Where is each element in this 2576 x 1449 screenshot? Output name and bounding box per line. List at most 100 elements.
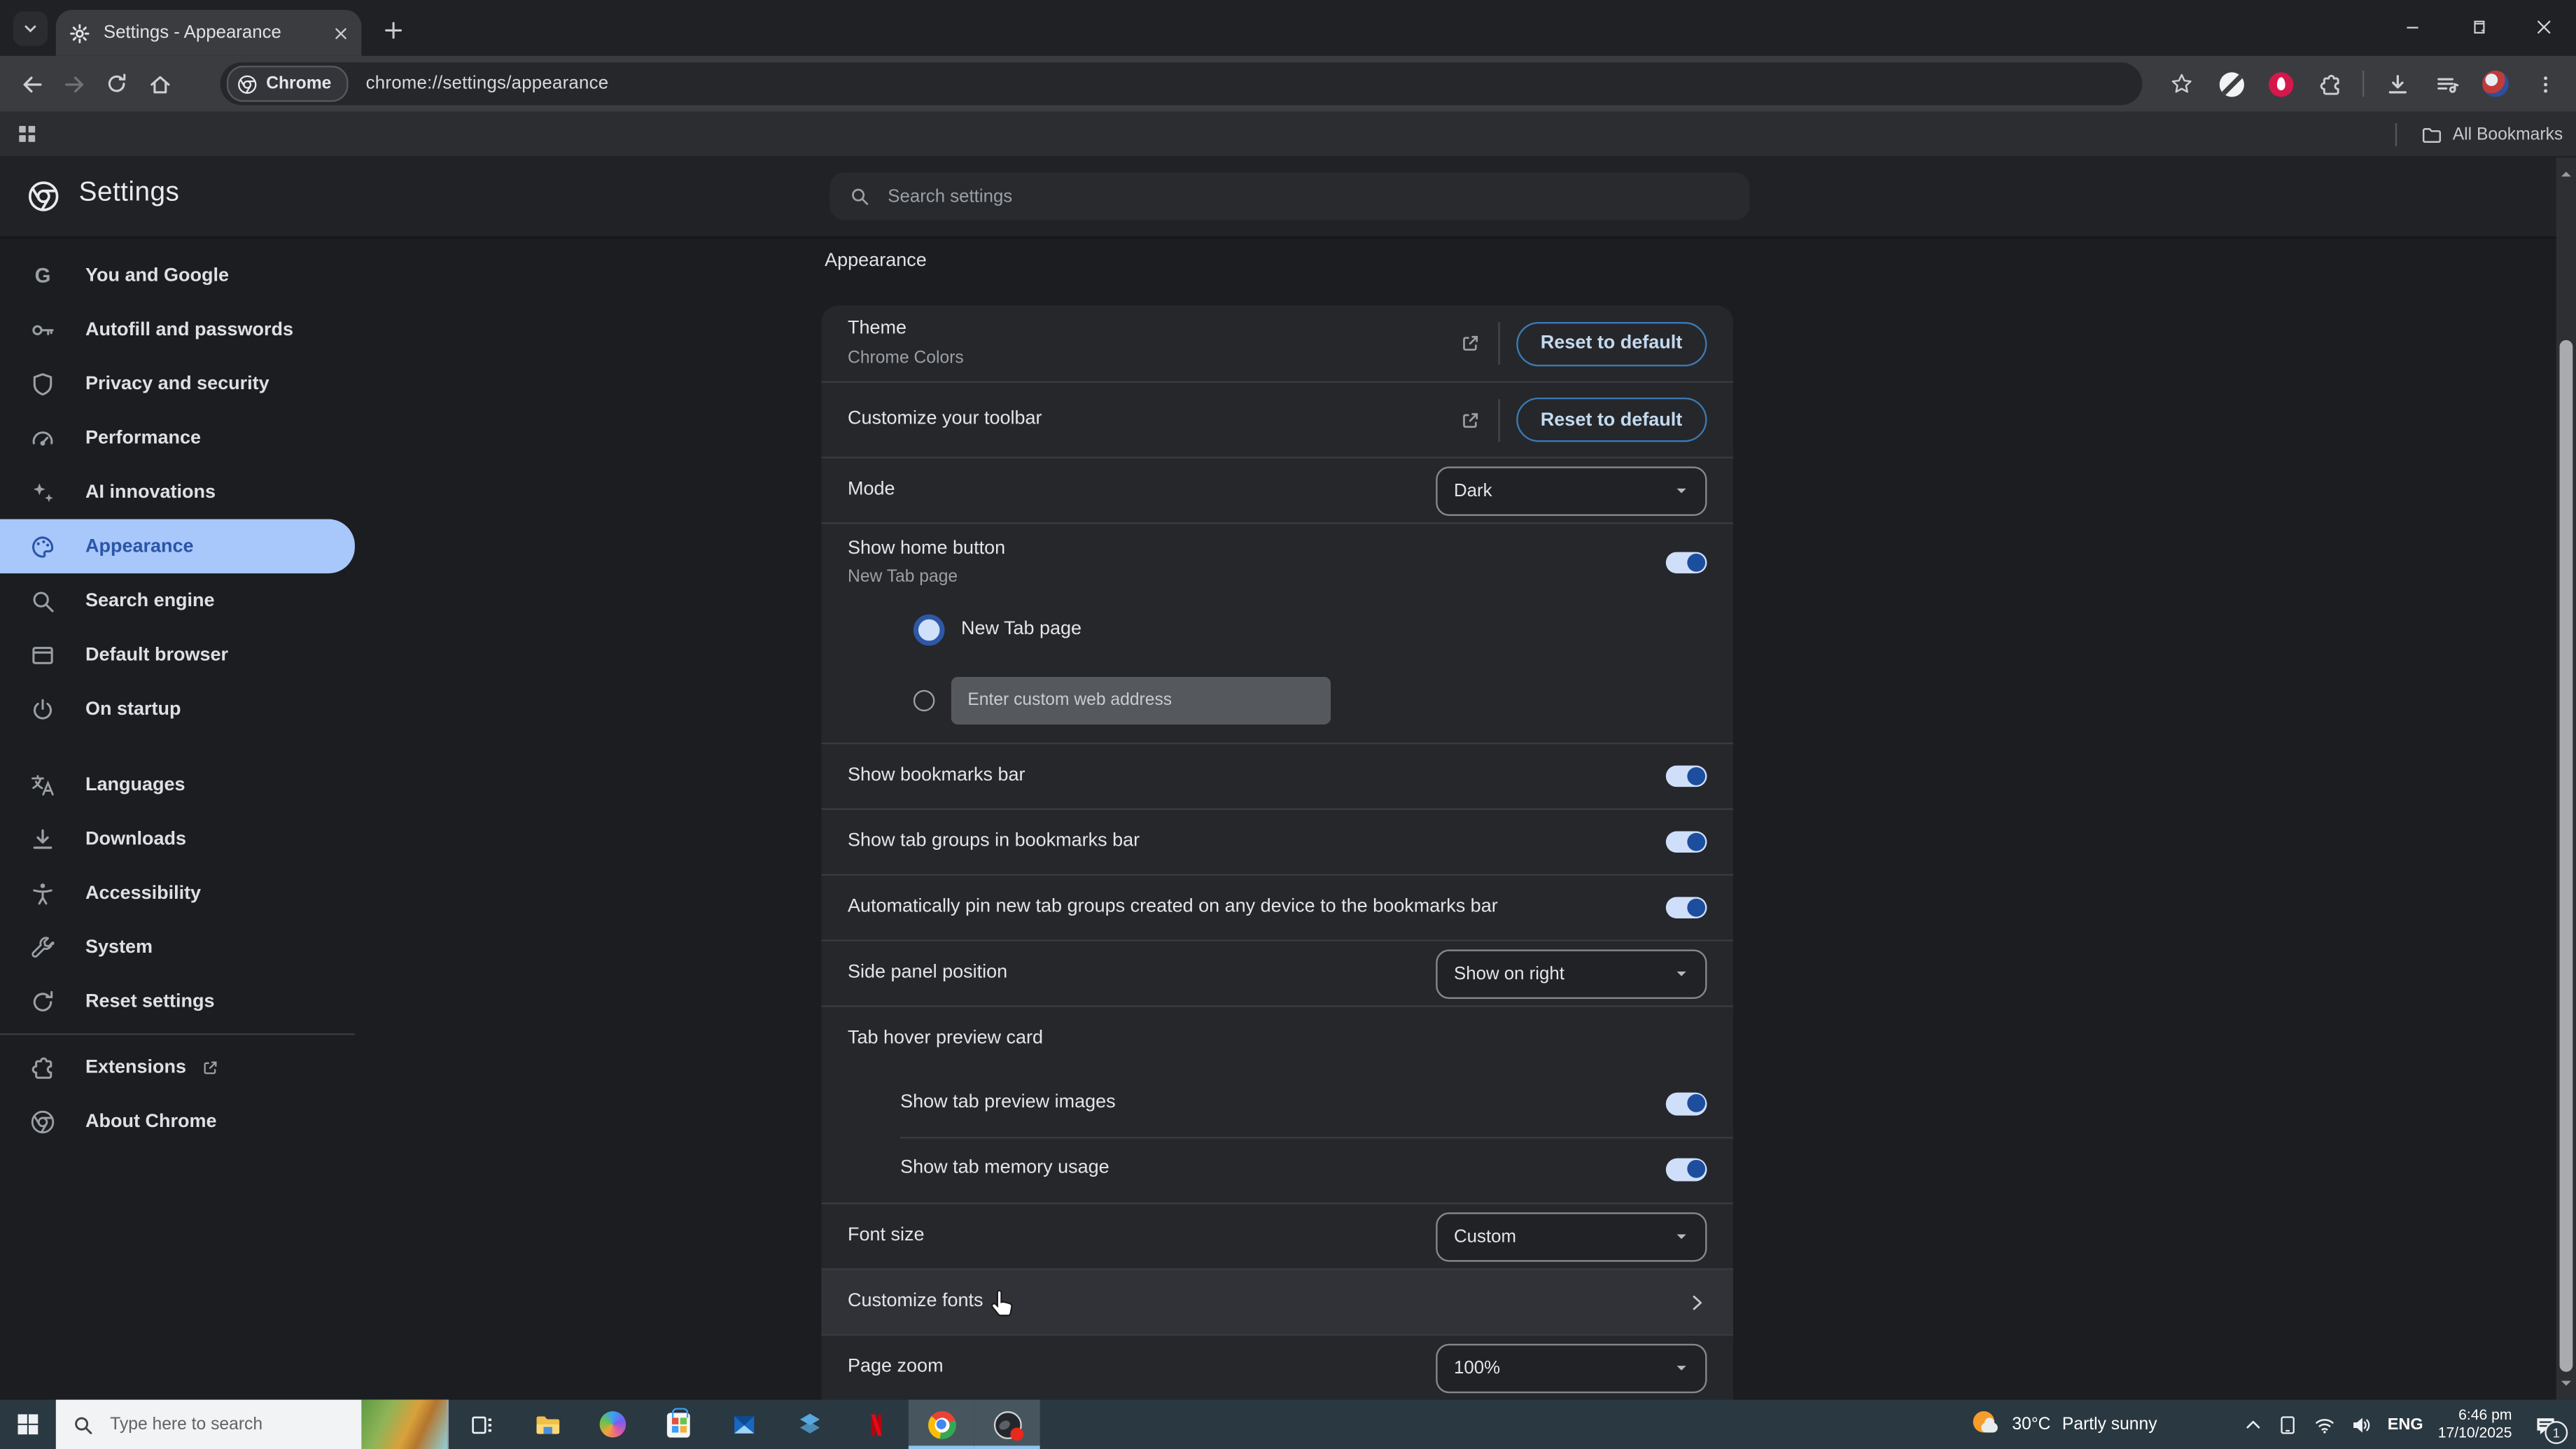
new-tab-radio-row[interactable]: New Tab page (821, 601, 1733, 657)
sidebar-item-autofill[interactable]: Autofill and passwords (0, 302, 394, 356)
tab-groups-toggle[interactable] (1665, 830, 1707, 853)
sidebar-item-ai-innovations[interactable]: AI innovations (0, 465, 394, 519)
sidebar-item-default-browser[interactable]: Default browser (0, 628, 394, 682)
custom-address-radio-row[interactable] (821, 657, 1733, 743)
browser-menu-button[interactable] (2524, 62, 2566, 105)
minimize-button[interactable] (2379, 0, 2444, 52)
settings-search[interactable] (830, 172, 1750, 220)
downloads-button[interactable] (2376, 62, 2418, 105)
browser-tab[interactable]: Settings - Appearance (55, 10, 362, 56)
back-button[interactable] (10, 62, 52, 105)
theme-row[interactable]: Theme Chrome Colors Reset to default (821, 306, 1733, 382)
netflix-app-button[interactable] (843, 1400, 909, 1449)
profile-avatar[interactable] (2474, 62, 2516, 105)
scroll-up-icon[interactable] (2560, 167, 2573, 181)
extension-adblock-button[interactable] (2210, 62, 2253, 105)
tab-preview-images-toggle[interactable] (1665, 1093, 1707, 1115)
tab-close-icon[interactable] (333, 25, 348, 40)
address-bar[interactable]: Chrome chrome://settings/appearance (220, 62, 2143, 106)
sidebar-item-performance[interactable]: Performance (0, 411, 394, 465)
wifi-icon[interactable] (2314, 1414, 2337, 1436)
sidebar-item-languages[interactable]: Languages (0, 757, 394, 811)
tab-search-button[interactable] (13, 11, 48, 46)
speedometer-icon (32, 430, 53, 445)
reset-icon (33, 990, 53, 1011)
home-button[interactable] (138, 62, 181, 105)
tab-groups-row[interactable]: Show tab groups in bookmarks bar (821, 808, 1734, 874)
sidebar-item-appearance[interactable]: Appearance (0, 519, 355, 574)
auto-pin-toggle[interactable] (1665, 896, 1707, 919)
puzzle-icon (31, 1056, 52, 1078)
task-view-button[interactable] (449, 1400, 514, 1449)
scroll-down-icon[interactable] (2560, 1377, 2573, 1390)
language-indicator[interactable]: ENG (2388, 1415, 2423, 1434)
copilot-button[interactable] (580, 1400, 645, 1449)
extensions-button[interactable] (2308, 62, 2351, 105)
sidebar-item-privacy[interactable]: Privacy and security (0, 356, 394, 410)
page-zoom-dropdown[interactable]: 100% (1436, 1343, 1707, 1393)
apps-shortcut-button[interactable] (16, 123, 38, 145)
new-tab-radio[interactable] (913, 613, 945, 645)
page-scrollbar[interactable] (2556, 158, 2576, 1400)
all-bookmarks-button[interactable]: All Bookmarks (2395, 122, 2563, 146)
notification-center-button[interactable]: 1 (2527, 1406, 2568, 1444)
customize-toolbar-row[interactable]: Customize your toolbar Reset to default (821, 381, 1734, 456)
customize-fonts-row[interactable]: Customize fonts (821, 1268, 1734, 1334)
sidebar-item-downloads[interactable]: Downloads (0, 811, 394, 865)
toolbar-reset-button[interactable]: Reset to default (1516, 397, 1707, 442)
scrollbar-thumb[interactable] (2559, 340, 2573, 1372)
search-highlight-image[interactable] (361, 1399, 447, 1449)
taskbar-search[interactable] (55, 1399, 449, 1449)
tab-memory-usage-row[interactable]: Show tab memory usage (821, 1137, 1734, 1203)
reload-button[interactable] (95, 62, 138, 105)
volume-icon[interactable] (2351, 1414, 2373, 1436)
start-button[interactable] (0, 1400, 56, 1449)
sidebar-item-extensions[interactable]: Extensions (0, 1040, 394, 1094)
show-bookmarks-row[interactable]: Show bookmarks bar (821, 742, 1734, 808)
external-link-icon (1462, 412, 1478, 428)
settings-search-input[interactable] (884, 185, 1730, 208)
show-bookmarks-toggle[interactable] (1665, 765, 1707, 788)
sidebar-item-system[interactable]: System (0, 920, 394, 974)
media-list-icon (2436, 77, 2458, 92)
side-panel-dropdown[interactable]: Show on right (1436, 948, 1707, 998)
microsoft-store-button[interactable] (645, 1400, 711, 1449)
custom-address-radio[interactable] (913, 689, 935, 711)
mail-app-button[interactable] (711, 1400, 777, 1449)
sidebar-item-you-and-google[interactable]: G You and Google (0, 248, 394, 302)
custom-address-input[interactable] (951, 676, 1331, 724)
sidebar-item-on-startup[interactable]: On startup (0, 682, 394, 736)
blue-stack-app-button[interactable] (777, 1400, 843, 1449)
new-tab-button[interactable] (374, 11, 411, 48)
taskbar-search-input[interactable] (106, 1413, 328, 1436)
auto-pin-row[interactable]: Automatically pin new tab groups created… (821, 874, 1734, 940)
tab-memory-usage-toggle[interactable] (1665, 1158, 1707, 1181)
sidebar-item-search-engine[interactable]: Search engine (0, 573, 394, 627)
tab-preview-images-row[interactable]: Show tab preview images (821, 1071, 1733, 1137)
show-home-toggle[interactable] (1665, 551, 1707, 574)
taskbar-clock[interactable]: 6:46 pm 17/10/2025 (2438, 1406, 2512, 1443)
restore-button[interactable] (2444, 0, 2510, 52)
file-explorer-button[interactable] (514, 1400, 580, 1449)
theme-reset-button[interactable]: Reset to default (1516, 321, 1707, 366)
close-window-button[interactable] (2510, 0, 2576, 52)
show-home-button-row[interactable]: Show home button New Tab page (821, 522, 1734, 601)
bookmark-star-button[interactable] (2160, 62, 2203, 105)
sidebar-item-reset-settings[interactable]: Reset settings (0, 974, 394, 1028)
obs-recorder-button[interactable] (974, 1399, 1040, 1449)
device-icon[interactable] (2278, 1414, 2300, 1436)
font-size-dropdown[interactable]: Custom (1436, 1211, 1707, 1261)
store-icon (666, 1407, 690, 1437)
sidebar-item-accessibility[interactable]: Accessibility (0, 866, 394, 920)
extension-red-button[interactable] (2259, 62, 2302, 105)
download-icon (2388, 74, 2406, 93)
taskbar-weather[interactable]: 30°C Partly sunny (1971, 1400, 2157, 1449)
reading-list-button[interactable] (2425, 62, 2468, 105)
site-chip[interactable]: Chrome (226, 65, 348, 102)
chrome-taskbar-button[interactable] (908, 1399, 974, 1449)
forward-button[interactable] (52, 62, 95, 105)
file-explorer-icon (536, 1415, 559, 1434)
tray-chevron-icon[interactable] (2245, 1415, 2263, 1434)
mode-dropdown[interactable]: Dark (1436, 465, 1707, 515)
sidebar-item-about-chrome[interactable]: About Chrome (0, 1094, 394, 1148)
